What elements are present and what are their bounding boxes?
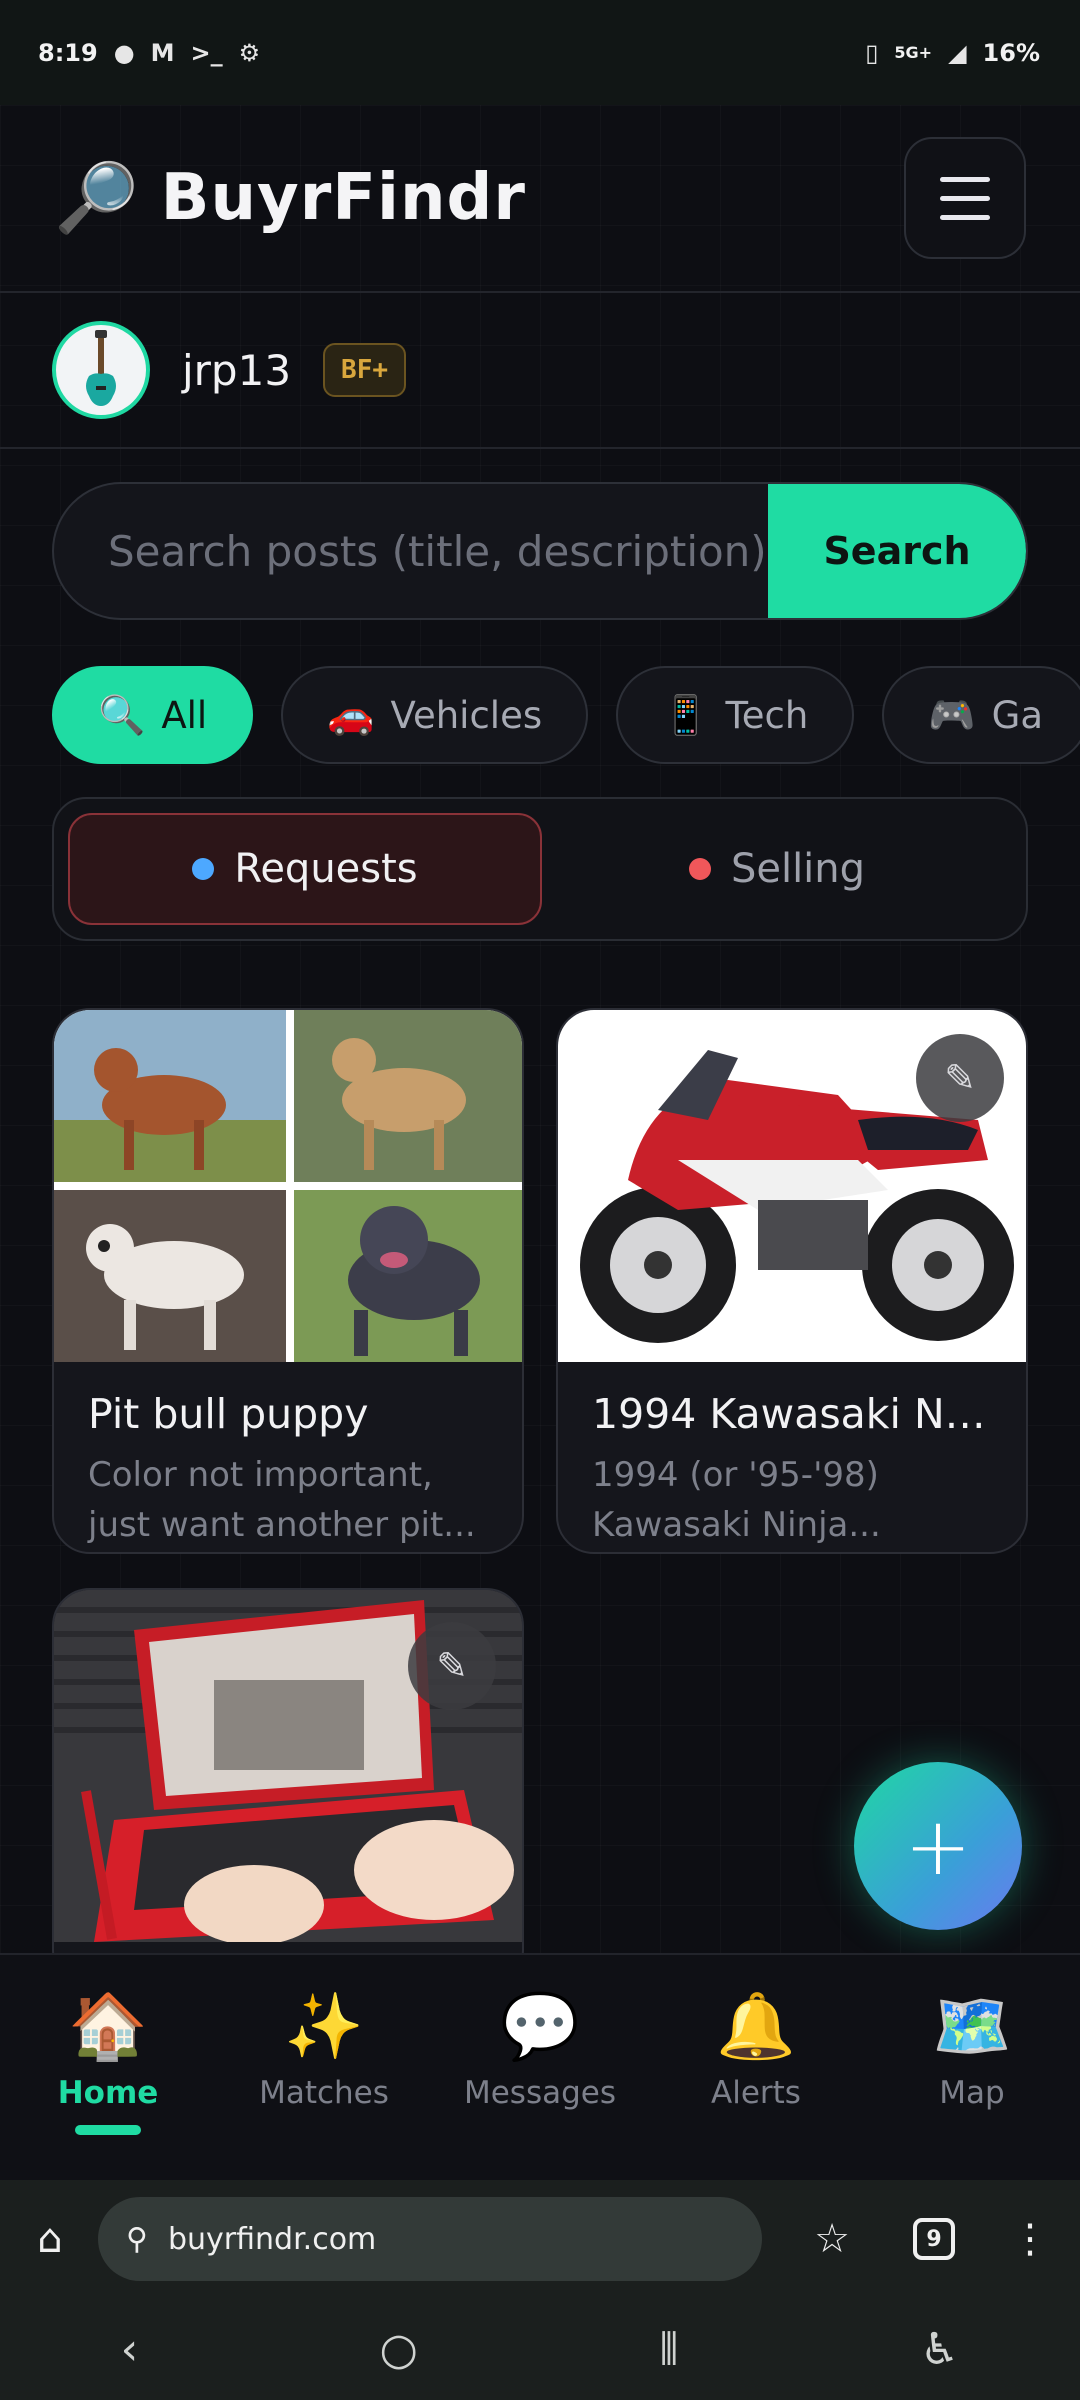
gamepad-icon: 🎮 xyxy=(928,692,976,737)
nav-label: Matches xyxy=(259,2075,389,2111)
username[interactable]: jrp13 xyxy=(182,346,291,395)
menu-line xyxy=(940,214,990,220)
hamburger-menu-button[interactable] xyxy=(904,137,1026,259)
category-chips: 🔍 All 🚗 Vehicles 📱 Tech 🎮 Ga xyxy=(52,666,1080,764)
segment-label: Requests xyxy=(234,846,418,892)
nav-home[interactable]: 🏠 Home xyxy=(8,1991,208,2135)
app-header: 🔎 BuyrFindr xyxy=(0,105,1080,293)
chip-label: Ga xyxy=(991,693,1044,737)
nav-map[interactable]: 🗺️ Map xyxy=(872,1991,1072,2111)
menu-line xyxy=(940,195,990,201)
chip-vehicles[interactable]: 🚗 Vehicles xyxy=(281,666,589,764)
home-icon[interactable]: ⌂ xyxy=(22,2216,78,2262)
menu-line xyxy=(940,176,990,182)
house-icon: 🏠 xyxy=(68,1990,148,2064)
terminal-icon: >_ xyxy=(190,38,223,67)
segment-label: Selling xyxy=(730,846,866,892)
avatar[interactable] xyxy=(52,321,150,419)
home-circle-icon[interactable]: ○ xyxy=(380,2324,418,2375)
search-input[interactable] xyxy=(54,484,768,618)
battery-level: 16% xyxy=(982,38,1040,67)
post-title: Pit bull puppy xyxy=(88,1390,369,1438)
nav-label: Alerts xyxy=(711,2075,801,2111)
vibrate-icon: ▯ xyxy=(865,38,879,67)
post-card[interactable]: Pit bull puppy Color not important, just… xyxy=(52,1008,524,1554)
active-indicator xyxy=(75,2125,141,2135)
red-dot-icon xyxy=(688,858,711,880)
bottom-navigation: 🏠 Home ✨ Matches 💬 Messages 🔔 Alerts 🗺️ … xyxy=(0,1953,1080,2180)
map-icon: 🗺️ xyxy=(932,1990,1012,2064)
nav-matches[interactable]: ✨ Matches xyxy=(224,1991,424,2111)
post-card[interactable]: ✎ xyxy=(52,1588,524,1988)
site-settings-icon[interactable]: ⚲ xyxy=(126,2222,148,2257)
post-card-body: 1994 Kawasaki Nin... 1994 (or '95-'98) K… xyxy=(558,1362,1026,1552)
post-card[interactable]: ✎ 1994 Kawasaki Nin... 1994 (or '95-'98)… xyxy=(556,1008,1028,1554)
bell-icon: 🔔 xyxy=(716,1990,796,2064)
chip-games[interactable]: 🎮 Ga xyxy=(882,666,1080,764)
reddit-icon: ● xyxy=(113,38,135,67)
post-description: 1994 (or '95-'98) Kawasaki Ninja... xyxy=(592,1455,881,1545)
status-bar: 8:19 ● M >_ ⚙ ▯ 5G+ ◢ 16% xyxy=(0,0,1080,105)
system-navigation-bar: ‹ ○ ⦀ ♿ xyxy=(0,2298,1080,2400)
post-image: ✎ xyxy=(558,1010,1026,1362)
add-post-button[interactable]: + xyxy=(854,1762,1022,1930)
vpn-icon: ⚙ xyxy=(238,38,261,67)
user-row: jrp13 BF+ xyxy=(0,293,1080,449)
phone-icon: 📱 xyxy=(662,692,710,737)
post-image-collage xyxy=(54,1010,522,1362)
nav-label: Messages xyxy=(463,2075,617,2111)
guitar-icon xyxy=(86,330,116,406)
chip-all[interactable]: 🔍 All xyxy=(52,666,254,764)
tabs-button[interactable]: 9 xyxy=(906,2218,962,2260)
brand-name: BuyrFindr xyxy=(160,161,526,235)
speech-bubble-icon: 💬 xyxy=(500,1990,580,2064)
post-title: 1994 Kawasaki Nin... xyxy=(592,1390,992,1438)
accessibility-icon[interactable]: ♿ xyxy=(920,2324,959,2375)
blue-dot-icon xyxy=(192,858,215,880)
post-description: Color not important, just want another p… xyxy=(88,1455,476,1545)
nav-label: Map xyxy=(939,2075,1005,2111)
chip-label: Tech xyxy=(725,693,809,737)
post-card-body: Pit bull puppy Color not important, just… xyxy=(54,1362,522,1552)
recents-icon[interactable]: ⦀ xyxy=(659,2324,678,2375)
gmail-icon: M xyxy=(150,38,175,67)
chip-tech[interactable]: 📱 Tech xyxy=(616,666,855,764)
brand-logo[interactable]: 🔎 BuyrFindr xyxy=(54,158,526,238)
nav-alerts[interactable]: 🔔 Alerts xyxy=(656,1991,856,2111)
segment-requests[interactable]: Requests xyxy=(68,813,542,925)
more-options-icon[interactable]: ⋮ xyxy=(1002,2216,1058,2262)
car-icon: 🚗 xyxy=(327,692,375,737)
search-icon: 🔍 xyxy=(98,692,146,737)
url-bar[interactable]: ⚲ buyrfindr.com xyxy=(98,2197,762,2281)
url-text: buyrfindr.com xyxy=(167,2221,377,2257)
network-type: 5G+ xyxy=(894,43,933,62)
status-time: 8:19 xyxy=(38,38,98,67)
edit-pencil-icon[interactable]: ✎ xyxy=(916,1034,1004,1122)
magnifier-icon: 🔎 xyxy=(54,159,139,238)
signal-icon: ◢ xyxy=(948,38,967,67)
membership-badge: BF+ xyxy=(323,343,407,397)
back-icon[interactable]: ‹ xyxy=(121,2324,139,2375)
plus-icon: + xyxy=(904,1799,972,1893)
browser-toolbar: ⌂ ⚲ buyrfindr.com ☆ 9 ⋮ xyxy=(0,2180,1080,2298)
post-type-toggle: Requests Selling xyxy=(52,797,1028,941)
edit-pencil-icon[interactable]: ✎ xyxy=(408,1622,496,1710)
search-bar: Search xyxy=(52,482,1028,620)
nav-messages[interactable]: 💬 Messages xyxy=(440,1991,640,2111)
sparkles-icon: ✨ xyxy=(284,1990,364,2064)
chip-label: Vehicles xyxy=(390,693,543,737)
search-button[interactable]: Search xyxy=(768,484,1026,618)
bookmark-star-icon[interactable]: ☆ xyxy=(804,2216,860,2262)
post-image: ✎ xyxy=(54,1590,522,1942)
segment-selling[interactable]: Selling xyxy=(542,813,1012,925)
tab-count: 9 xyxy=(913,2218,955,2260)
nav-label: Home xyxy=(57,2075,159,2111)
chip-label: All xyxy=(161,693,208,737)
